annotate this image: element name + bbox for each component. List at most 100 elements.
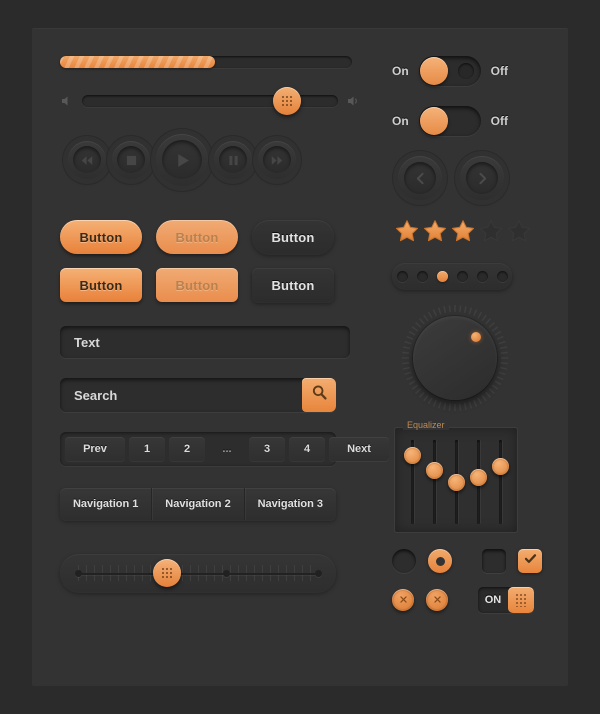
on-switch[interactable]: ON bbox=[478, 587, 534, 613]
volume-slider-row bbox=[60, 87, 360, 115]
dot-6[interactable] bbox=[496, 270, 508, 282]
dot-3[interactable] bbox=[436, 270, 448, 282]
star-icon bbox=[507, 220, 531, 242]
search-button[interactable] bbox=[302, 378, 336, 412]
volume-slider-knob[interactable] bbox=[272, 87, 301, 115]
chevron-left-icon bbox=[404, 162, 436, 194]
fast-forward-button[interactable] bbox=[258, 141, 296, 179]
right-column: On Off On Off Equalizer ON bbox=[392, 56, 542, 627]
pagination-next[interactable]: Next bbox=[329, 437, 389, 461]
star-icon bbox=[479, 220, 503, 242]
ruler-slider[interactable] bbox=[60, 554, 336, 592]
rewind-button[interactable] bbox=[68, 141, 106, 179]
radio-unchecked[interactable] bbox=[392, 549, 416, 573]
ui-kit-panel: Button Button Button Button Button Butto… bbox=[32, 28, 568, 686]
form-controls-row-1 bbox=[392, 549, 542, 573]
chevron-right-icon bbox=[466, 162, 498, 194]
on-switch-label: ON bbox=[484, 594, 502, 606]
stop-icon bbox=[117, 146, 145, 174]
nav-item-2[interactable]: Navigation 2 bbox=[152, 488, 245, 520]
volume-slider[interactable] bbox=[82, 87, 338, 115]
button-rect-default[interactable]: Button bbox=[60, 268, 142, 302]
eq-handle[interactable] bbox=[448, 474, 465, 492]
rotary-knob[interactable] bbox=[400, 303, 510, 413]
eq-band-1[interactable] bbox=[404, 440, 421, 524]
nav-item-1[interactable]: Navigation 1 bbox=[60, 488, 153, 520]
button-pill-dark[interactable]: Button bbox=[252, 220, 334, 254]
search-input[interactable]: Search bbox=[60, 388, 302, 403]
pagination-page-2[interactable]: 2 bbox=[169, 437, 205, 461]
media-controls bbox=[68, 134, 360, 186]
star-5[interactable] bbox=[506, 218, 532, 249]
star-2[interactable] bbox=[422, 218, 448, 249]
ruler-stop-1 bbox=[74, 569, 82, 577]
button-rect-dark[interactable]: Button bbox=[252, 268, 334, 302]
dot-pagination[interactable] bbox=[392, 263, 512, 289]
previous-arrow-button[interactable] bbox=[398, 156, 442, 200]
nav-item-3[interactable]: Navigation 3 bbox=[245, 488, 336, 520]
toggle-knob[interactable] bbox=[419, 57, 448, 85]
eq-handle[interactable] bbox=[404, 447, 421, 465]
form-controls-row-2: ON bbox=[392, 587, 542, 613]
toggle-switch-1[interactable] bbox=[418, 56, 481, 86]
search-icon bbox=[311, 384, 328, 406]
text-input[interactable]: Text bbox=[60, 326, 350, 358]
star-3[interactable] bbox=[450, 218, 476, 249]
eq-rail bbox=[499, 440, 502, 524]
dot-2[interactable] bbox=[416, 270, 428, 282]
close-button-2[interactable] bbox=[426, 589, 448, 611]
ruler-slider-knob[interactable] bbox=[152, 559, 181, 587]
pagination-page-1[interactable]: 1 bbox=[129, 437, 165, 461]
navigation-bar: Navigation 1 Navigation 2 Navigation 3 bbox=[60, 488, 336, 520]
eq-band-5[interactable] bbox=[492, 440, 509, 524]
toggle-row-2: On Off bbox=[392, 106, 542, 136]
next-arrow-button[interactable] bbox=[460, 156, 504, 200]
toggle-knob[interactable] bbox=[419, 107, 448, 135]
stop-button[interactable] bbox=[112, 141, 150, 179]
grip-texture bbox=[280, 95, 293, 107]
rewind-icon bbox=[73, 146, 101, 174]
button-rect-disabled[interactable]: Button bbox=[156, 268, 238, 302]
star-4[interactable] bbox=[478, 218, 504, 249]
pause-button[interactable] bbox=[214, 141, 252, 179]
knob-face[interactable] bbox=[413, 316, 497, 400]
close-button-1[interactable] bbox=[392, 589, 414, 611]
dot-4[interactable] bbox=[456, 270, 468, 282]
eq-handle[interactable] bbox=[426, 462, 443, 480]
star-rating[interactable] bbox=[394, 218, 542, 249]
eq-band-3[interactable] bbox=[448, 440, 465, 524]
pagination-page-4[interactable]: 4 bbox=[289, 437, 325, 461]
progress-bar-fill bbox=[60, 56, 215, 68]
progress-bar[interactable] bbox=[60, 56, 352, 68]
equalizer-channels bbox=[404, 440, 509, 524]
dot-1[interactable] bbox=[396, 270, 408, 282]
star-1[interactable] bbox=[394, 218, 420, 249]
button-pill-disabled[interactable]: Button bbox=[156, 220, 238, 254]
button-pill-default[interactable]: Button bbox=[60, 220, 142, 254]
pagination-prev[interactable]: Prev bbox=[65, 437, 125, 461]
play-button[interactable] bbox=[156, 134, 208, 186]
dot-5[interactable] bbox=[476, 270, 488, 282]
toggle-off-label-2: Off bbox=[490, 114, 508, 128]
grip-texture bbox=[160, 567, 173, 579]
toggle-row-1: On Off bbox=[392, 56, 542, 86]
eq-handle[interactable] bbox=[492, 457, 509, 475]
eq-band-2[interactable] bbox=[426, 440, 443, 524]
on-switch-handle[interactable] bbox=[508, 587, 534, 613]
checkbox-unchecked[interactable] bbox=[482, 549, 506, 573]
equalizer-panel: Equalizer bbox=[394, 420, 518, 533]
search-bar: Search bbox=[60, 378, 336, 412]
toggle-switch-2[interactable] bbox=[418, 106, 481, 136]
pagination: Prev 1 2 ... 3 4 Next bbox=[60, 432, 389, 466]
pagination-page-3[interactable]: 3 bbox=[249, 437, 285, 461]
radio-checked[interactable] bbox=[428, 549, 452, 573]
pause-icon bbox=[219, 146, 247, 174]
eq-handle[interactable] bbox=[470, 469, 487, 487]
eq-band-4[interactable] bbox=[470, 440, 487, 524]
fast-forward-icon bbox=[263, 146, 291, 174]
ruler-stop-2 bbox=[223, 569, 231, 577]
toggle-off-label-1: Off bbox=[490, 64, 508, 78]
pagination-ellipsis: ... bbox=[222, 443, 232, 455]
checkbox-checked[interactable] bbox=[518, 549, 542, 573]
check-icon bbox=[523, 551, 538, 571]
